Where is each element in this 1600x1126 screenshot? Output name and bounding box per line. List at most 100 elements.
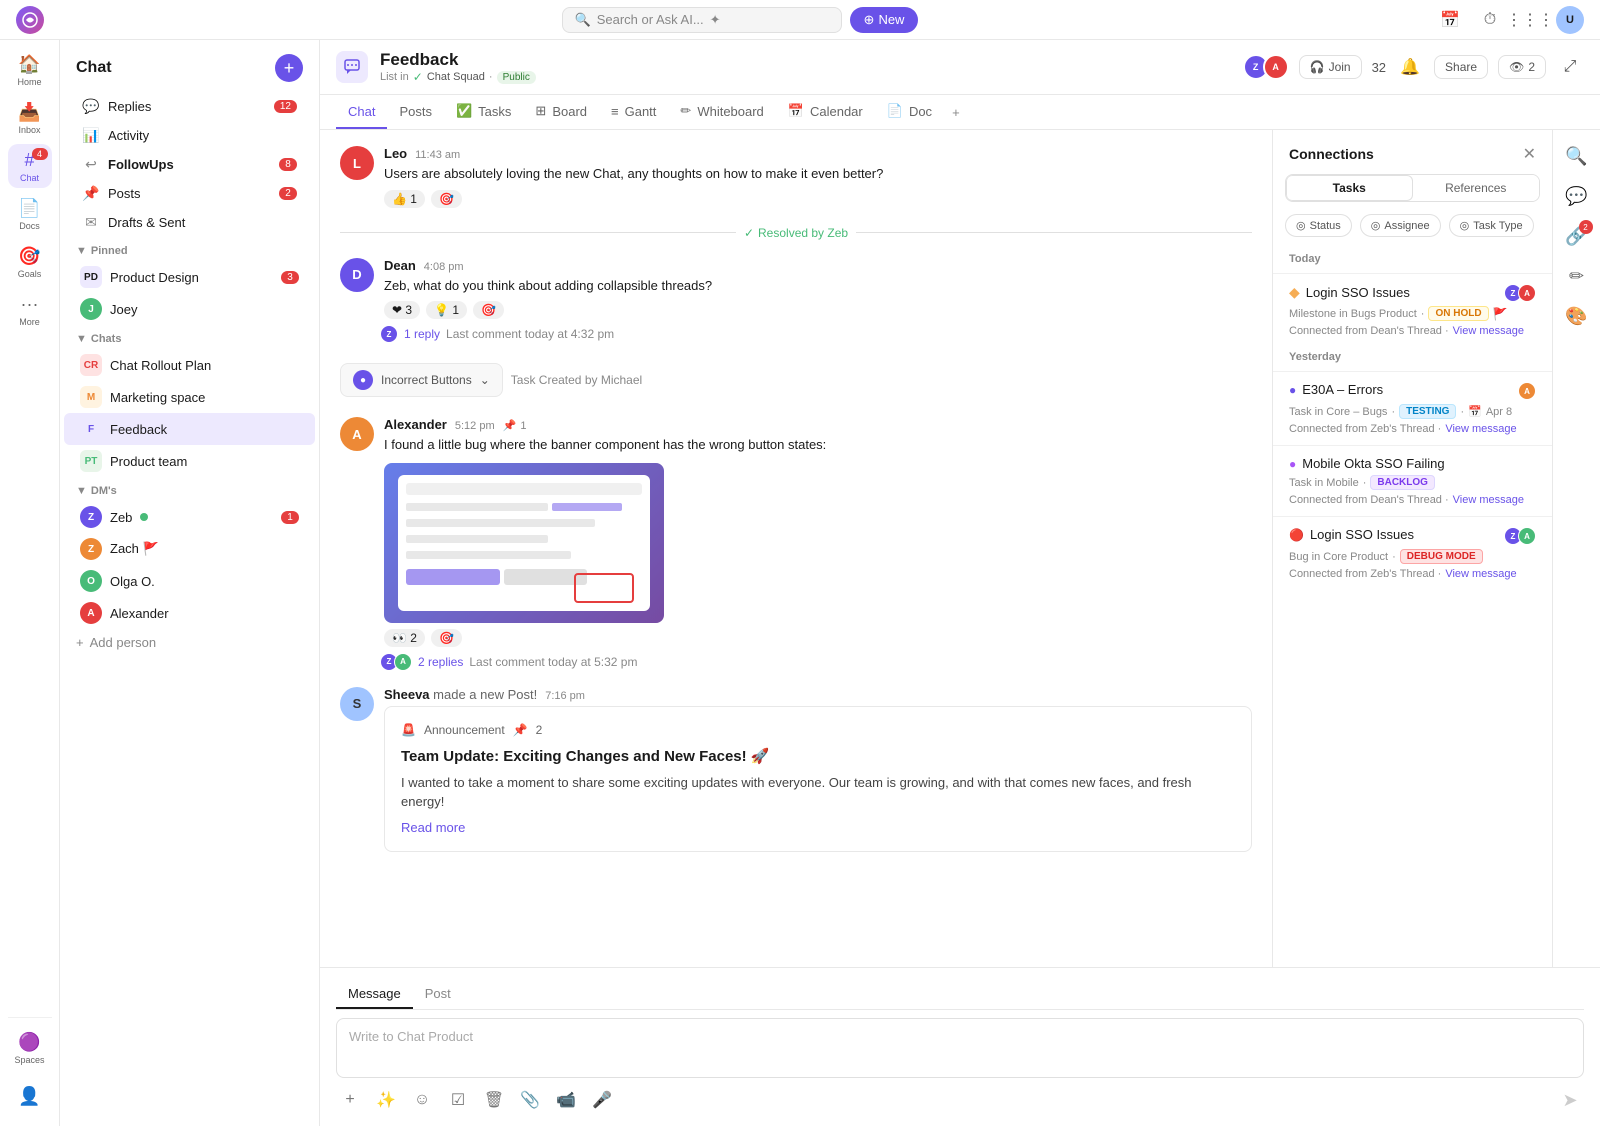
dm-zach[interactable]: Z Zach 🚩: [64, 533, 315, 565]
toolbar-sparkle[interactable]: ✨: [372, 1086, 400, 1114]
connection-meta: Milestone in Bugs Product · ON HOLD 🚩: [1289, 306, 1536, 321]
dm-alexander[interactable]: A Alexander: [64, 597, 315, 629]
dm-olga[interactable]: O Olga O.: [64, 565, 315, 597]
status-badge: BACKLOG: [1370, 475, 1435, 490]
channel-product-design[interactable]: PD Product Design 3: [64, 261, 315, 293]
sidebar-nav-followups[interactable]: ↩ FollowUps 8: [66, 150, 313, 179]
share-button[interactable]: Share: [1434, 55, 1488, 79]
task-banner[interactable]: ● Incorrect Buttons ⌄: [340, 363, 503, 397]
notification-icon[interactable]: 🔔: [1396, 53, 1424, 81]
view-message-link[interactable]: View message: [1445, 568, 1516, 580]
toolbar-format[interactable]: 🗑: [480, 1086, 508, 1114]
toolbar-attach[interactable]: 📎: [516, 1086, 544, 1114]
search-bar[interactable]: 🔍 Search or Ask AI... ✦: [562, 7, 842, 33]
sidebar-nav-replies[interactable]: 💬 Replies 12: [66, 92, 313, 121]
connections-tab-references[interactable]: References: [1413, 175, 1540, 201]
more-icon: ···: [21, 294, 39, 315]
connections-tab-tasks[interactable]: Tasks: [1286, 175, 1413, 201]
reaction[interactable]: 🎯: [431, 190, 462, 208]
message-replies[interactable]: Z 1 reply Last comment today at 4:32 pm: [384, 325, 1252, 343]
send-button[interactable]: ➤: [1556, 1086, 1584, 1114]
sidebar-item-more[interactable]: ··· More: [8, 288, 52, 332]
reaction[interactable]: ❤ 3: [384, 301, 420, 319]
toolbar-video[interactable]: 📹: [552, 1086, 580, 1114]
tab-calendar[interactable]: 📅 Calendar: [776, 95, 875, 129]
toolbar-mic[interactable]: 🎤: [588, 1086, 616, 1114]
message-input-area: Message Post Write to Chat Product + ✨ ☺…: [320, 967, 1600, 1126]
tab-tasks[interactable]: ✅ Tasks: [444, 95, 523, 129]
filter-task-type[interactable]: ◎ Task Type: [1449, 214, 1534, 237]
join-button[interactable]: 🎧 Join: [1299, 55, 1362, 79]
tab-chat[interactable]: Chat: [336, 96, 387, 129]
dms-section-header[interactable]: ▼ DM's: [60, 477, 319, 501]
apps-icon[interactable]: ⋮⋮⋮: [1516, 6, 1544, 34]
message-alexander: A Alexander 5:12 pm 📌 1 I found a little…: [340, 417, 1252, 671]
channel-feedback[interactable]: F Feedback: [64, 413, 315, 445]
connect-panel-icon[interactable]: 🔗 2: [1559, 218, 1595, 254]
toolbar-checklist[interactable]: ☑: [444, 1086, 472, 1114]
sidebar-item-inbox[interactable]: 📥 Inbox: [8, 96, 52, 140]
calendar-icon[interactable]: 📅: [1436, 6, 1464, 34]
dm-zeb[interactable]: Z Zeb 1: [64, 501, 315, 533]
message-tab-post[interactable]: Post: [413, 980, 463, 1009]
sidebar-nav-drafts[interactable]: ✉ Drafts & Sent: [66, 208, 313, 237]
chats-section-header[interactable]: ▼ Chats: [60, 325, 319, 349]
edit-panel-icon[interactable]: ✏: [1559, 258, 1595, 294]
sidebar-item-add-user[interactable]: 👤: [8, 1074, 52, 1118]
message-dean: D Dean 4:08 pm Zeb, what do you think ab…: [340, 258, 1252, 344]
tab-doc[interactable]: 📄 Doc: [875, 95, 944, 129]
view-message-link[interactable]: View message: [1453, 325, 1524, 337]
member-count: 32: [1372, 60, 1386, 75]
reaction[interactable]: 🎯: [431, 629, 462, 647]
sidebar-item-chat[interactable]: 4 # Chat: [8, 144, 52, 188]
channel-joey[interactable]: J Joey: [64, 293, 315, 325]
reaction[interactable]: 💡 1: [426, 301, 467, 319]
message-time: 7:16 pm: [545, 690, 585, 702]
read-more-link[interactable]: Read more: [401, 820, 1235, 835]
close-button[interactable]: ✕: [1523, 144, 1536, 164]
reaction[interactable]: 🎯: [473, 301, 504, 319]
tab-whiteboard[interactable]: ✏ Whiteboard: [668, 95, 775, 129]
add-person-button[interactable]: + Add person: [60, 629, 319, 656]
sidebar-item-spaces[interactable]: 🟣 Spaces: [8, 1026, 52, 1070]
view-message-link[interactable]: View message: [1445, 423, 1516, 435]
timer-icon[interactable]: ⏱: [1476, 6, 1504, 34]
sidebar-item-docs[interactable]: 📄 Docs: [8, 192, 52, 236]
user-avatar[interactable]: U: [1556, 6, 1584, 34]
sidebar-nav-activity[interactable]: 📊 Activity: [66, 121, 313, 150]
content-tabs: Chat Posts ✅ Tasks ⊞ Board ≡ Gantt ✏ Whi…: [320, 95, 1600, 130]
sidebar-item-goals[interactable]: 🎯 Goals: [8, 240, 52, 284]
sidebar-nav-posts[interactable]: 📌 Posts 2: [66, 179, 313, 208]
filter-assignee[interactable]: ◎ Assignee: [1360, 214, 1441, 237]
message-input-box[interactable]: Write to Chat Product: [336, 1018, 1584, 1078]
channel-chat-rollout[interactable]: CR Chat Rollout Plan: [64, 349, 315, 381]
today-section-label: Today: [1273, 249, 1552, 273]
connection-meta: Task in Mobile · BACKLOG: [1289, 475, 1536, 490]
message-tab-message[interactable]: Message: [336, 980, 413, 1009]
joey-avatar: J: [80, 298, 102, 320]
chat-panel-icon[interactable]: 💬: [1559, 178, 1595, 214]
tab-posts[interactable]: Posts: [387, 96, 444, 129]
yesterday-section-label: Yesterday: [1273, 347, 1552, 371]
view-message-link[interactable]: View message: [1453, 494, 1524, 506]
add-chat-button[interactable]: +: [275, 54, 303, 82]
channel-product-team[interactable]: PT Product team: [64, 445, 315, 477]
tab-gantt[interactable]: ≡ Gantt: [599, 96, 668, 129]
toolbar-emoji[interactable]: ☺: [408, 1086, 436, 1114]
tab-board[interactable]: ⊞ Board: [523, 95, 599, 129]
add-tab-button[interactable]: +: [944, 97, 968, 128]
filter-status[interactable]: ◎ Status: [1285, 214, 1352, 237]
pinned-section-header[interactable]: ▼ Pinned: [60, 237, 319, 261]
reaction[interactable]: 👍 1: [384, 190, 425, 208]
sidebar-item-home[interactable]: 🏠 Home: [8, 48, 52, 92]
app-logo[interactable]: [16, 6, 44, 34]
search-panel-icon[interactable]: 🔍: [1559, 138, 1595, 174]
toolbar-plus[interactable]: +: [336, 1086, 364, 1114]
expand-icon[interactable]: ⤢: [1556, 53, 1584, 81]
views-button[interactable]: 👁 2: [1498, 55, 1546, 79]
channel-marketing[interactable]: M Marketing space: [64, 381, 315, 413]
message-replies[interactable]: Z A 2 replies Last comment today at 5:32…: [384, 653, 1252, 671]
new-button[interactable]: ⊕ New: [850, 7, 919, 33]
reaction[interactable]: 👀 2: [384, 629, 425, 647]
palette-panel-icon[interactable]: 🎨: [1559, 298, 1595, 334]
